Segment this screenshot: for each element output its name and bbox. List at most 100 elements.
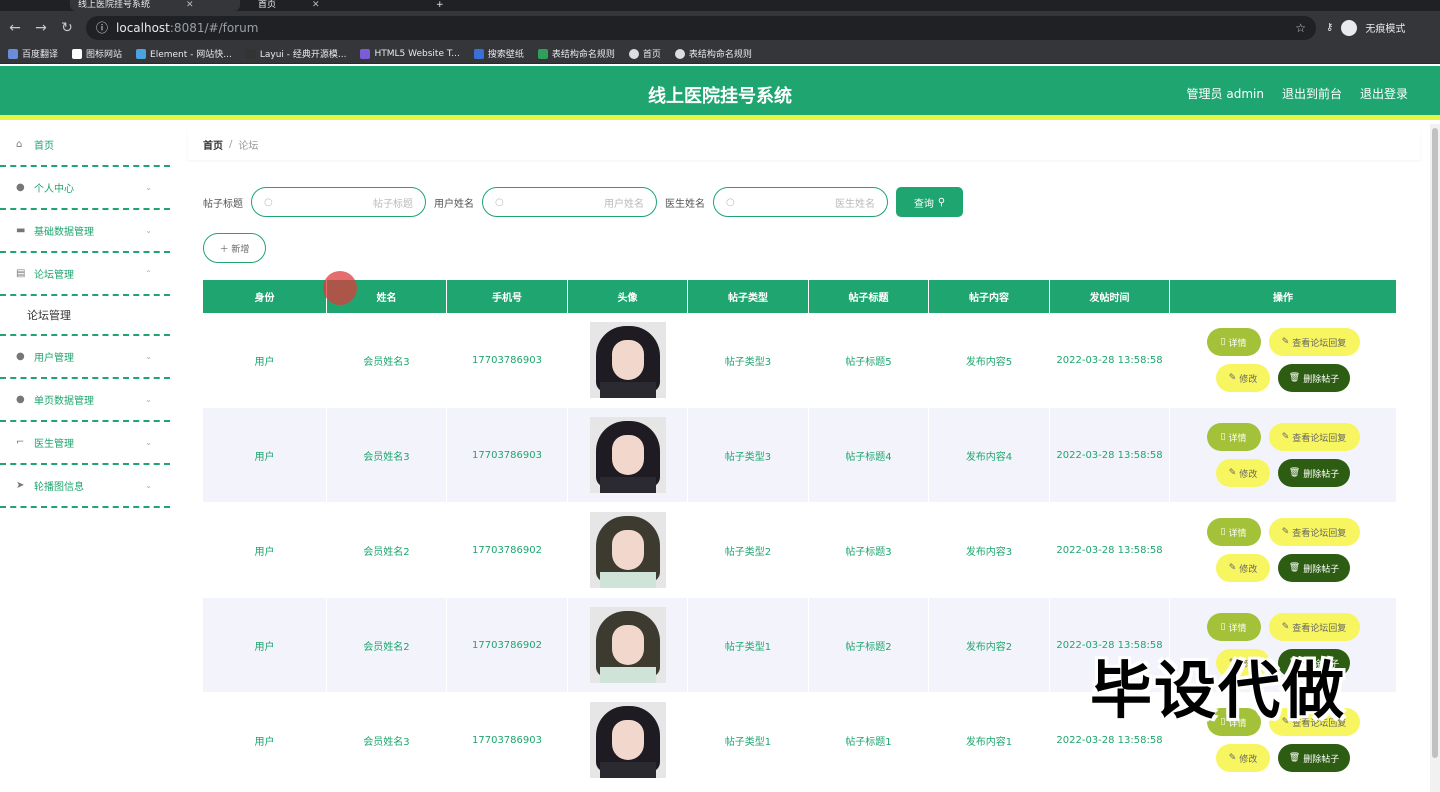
bookmark-item[interactable]: Element - 网站快... <box>136 47 232 60</box>
column-header: 头像 <box>568 280 688 313</box>
bookmark-icon <box>72 48 83 59</box>
close-icon[interactable]: ✕ <box>186 1 194 10</box>
cell-title: 帖子标题3 <box>809 503 929 597</box>
sidebar-item-label: 轮播图信息 <box>34 482 84 493</box>
avatar[interactable] <box>589 702 666 778</box>
breadcrumb-home[interactable]: 首页 <box>203 137 223 152</box>
cell-type: 帖子类型1 <box>688 598 809 692</box>
button-label: 删除帖子 <box>1303 469 1340 480</box>
sidebar-item-label: 论坛管理 <box>27 309 71 322</box>
column-header: 帖子内容 <box>929 280 1050 313</box>
view-replies-button[interactable]: ✎ 查看论坛回复 <box>1268 423 1360 451</box>
view-replies-button[interactable]: ✎ 查看论坛回复 <box>1268 518 1360 546</box>
browser-tab[interactable]: 首页 ✕ <box>250 0 420 11</box>
bookmark-item[interactable]: 表结构命名规则 <box>537 47 615 60</box>
delete-button[interactable]: 🗑 删除帖子 <box>1278 744 1350 772</box>
page-scrollbar[interactable] <box>1430 124 1440 792</box>
sidebar-item-users[interactable]: ● 用户管理 ⌄ <box>0 336 170 379</box>
button-label: 详情 <box>1228 528 1247 539</box>
title-search-input[interactable]: ○ 帖子标题 <box>251 187 426 217</box>
detail-button[interactable]: ▯ 详情 <box>1206 613 1261 641</box>
detail-button[interactable]: ▯ 详情 <box>1206 328 1261 356</box>
sidebar-item-doctors[interactable]: ⌐ 医生管理 ⌄ <box>0 422 170 465</box>
profile-label[interactable]: 无痕模式 <box>1365 20 1405 35</box>
bookmark-item[interactable]: 百度翻译 <box>8 47 58 60</box>
button-label: 详情 <box>1228 623 1247 634</box>
cell-role: 用户 <box>203 598 327 692</box>
view-replies-button[interactable]: ✎ 查看论坛回复 <box>1268 328 1360 356</box>
bookmark-item[interactable]: 表结构命名规则 <box>674 47 752 60</box>
back-to-front-link[interactable]: 退出到前台 <box>1282 85 1342 102</box>
add-button[interactable]: ＋ 新增 <box>203 233 266 263</box>
bookmark-item[interactable]: 图标网站 <box>72 47 122 60</box>
star-icon[interactable]: ☆ <box>1295 21 1306 35</box>
sidebar-item-base-data[interactable]: ▬ 基础数据管理 ⌄ <box>0 210 170 253</box>
table-row: 用户 会员姓名3 17703786903 帖子类型3 帖子标题4 发布内容4 2… <box>203 408 1396 503</box>
edit-icon: ✎ <box>1281 622 1290 632</box>
scrollbar-thumb[interactable] <box>1432 128 1438 758</box>
bookmark-item[interactable]: Layui - 经典开源模... <box>245 47 346 60</box>
bookmark-item[interactable]: 搜索壁纸 <box>473 47 524 60</box>
sidebar-item-profile[interactable]: ● 个人中心 ⌄ <box>0 167 170 210</box>
browser-tab-active[interactable]: 线上医院挂号系统 ✕ <box>70 0 240 11</box>
delete-button[interactable]: 🗑 删除帖子 <box>1278 554 1350 582</box>
avatar[interactable] <box>589 417 666 493</box>
logout-link[interactable]: 退出登录 <box>1360 85 1408 102</box>
doctor-search-input[interactable]: ○ 医生姓名 <box>713 187 888 217</box>
bookmark-item[interactable]: 首页 <box>628 47 661 60</box>
sidebar-item-label: 论坛管理 <box>34 270 74 281</box>
reload-icon[interactable]: ↻ <box>56 20 78 36</box>
cell-avatar <box>568 693 688 787</box>
sidebar-item-carousel[interactable]: ➤ 轮播图信息 ⌄ <box>0 465 170 508</box>
cell-role: 用户 <box>203 408 327 502</box>
edit-button[interactable]: ✎ 修改 <box>1216 744 1270 772</box>
sidebar-item-home[interactable]: ⌂ 首页 <box>0 124 170 167</box>
column-header: 帖子类型 <box>688 280 809 313</box>
bookmark-icon <box>473 48 484 59</box>
doctor-filter-label: 医生姓名 <box>665 198 705 210</box>
edit-button[interactable]: ✎ 修改 <box>1216 459 1270 487</box>
new-tab-icon[interactable]: + <box>428 0 452 11</box>
avatar[interactable] <box>589 512 666 588</box>
browser-tab-strip: 线上医院挂号系统 ✕ 首页 ✕ + <box>0 0 1440 11</box>
cell-content: 发布内容5 <box>929 313 1050 407</box>
cell-title: 帖子标题1 <box>809 693 929 787</box>
crop-icon: ⌐ <box>16 436 25 448</box>
view-replies-button[interactable]: ✎ 查看论坛回复 <box>1268 613 1360 641</box>
delete-button[interactable]: 🗑 删除帖子 <box>1278 459 1350 487</box>
sidebar-item-single-page[interactable]: ● 单页数据管理 ⌄ <box>0 379 170 422</box>
back-icon[interactable]: ← <box>4 20 26 36</box>
button-label: 详情 <box>1228 433 1247 444</box>
edit-icon: ✎ <box>1281 432 1290 442</box>
key-icon[interactable]: ⚷ <box>1326 22 1333 33</box>
bookmark-icon <box>245 48 256 59</box>
detail-button[interactable]: ▯ 详情 <box>1206 423 1261 451</box>
avatar[interactable] <box>589 322 666 398</box>
edit-button[interactable]: ✎ 修改 <box>1216 554 1270 582</box>
button-label: 详情 <box>1228 338 1247 349</box>
chevron-down-icon: ⌄ <box>145 352 152 361</box>
cell-actions: ▯ 详情 ✎ 查看论坛回复 ✎ 修改 🗑 删除帖子 <box>1170 313 1396 407</box>
forward-icon[interactable]: → <box>30 20 52 36</box>
query-button[interactable]: 查询 ⚲ <box>896 187 963 217</box>
close-icon[interactable]: ✕ <box>312 1 320 10</box>
sidebar-subitem-forum[interactable]: 论坛管理 <box>0 296 170 336</box>
bookmark-icon <box>8 48 18 59</box>
avatar[interactable] <box>589 607 666 683</box>
column-header: 身份 <box>203 280 327 313</box>
bookmark-item[interactable]: HTML5 Website T... <box>360 48 460 59</box>
button-label: 查看论坛回复 <box>1292 433 1347 444</box>
bookmark-icon <box>360 48 371 59</box>
column-header: 操作 <box>1273 293 1293 304</box>
url-input[interactable]: ⓘ localhost:8081/#/forum ☆ <box>86 15 1316 40</box>
user-search-input[interactable]: ○ 用户姓名 <box>482 187 657 217</box>
button-label: 删除帖子 <box>1303 754 1340 765</box>
edit-button[interactable]: ✎ 修改 <box>1216 364 1270 392</box>
delete-button[interactable]: 🗑 删除帖子 <box>1278 364 1350 392</box>
detail-button[interactable]: ▯ 详情 <box>1206 518 1261 546</box>
globe-icon <box>674 48 685 59</box>
sidebar-item-forum[interactable]: ▤ 论坛管理 ⌃ <box>0 253 170 296</box>
globe-icon <box>628 48 639 59</box>
cell-content: 发布内容3 <box>929 503 1050 597</box>
cell-phone: 17703786902 <box>447 503 568 597</box>
